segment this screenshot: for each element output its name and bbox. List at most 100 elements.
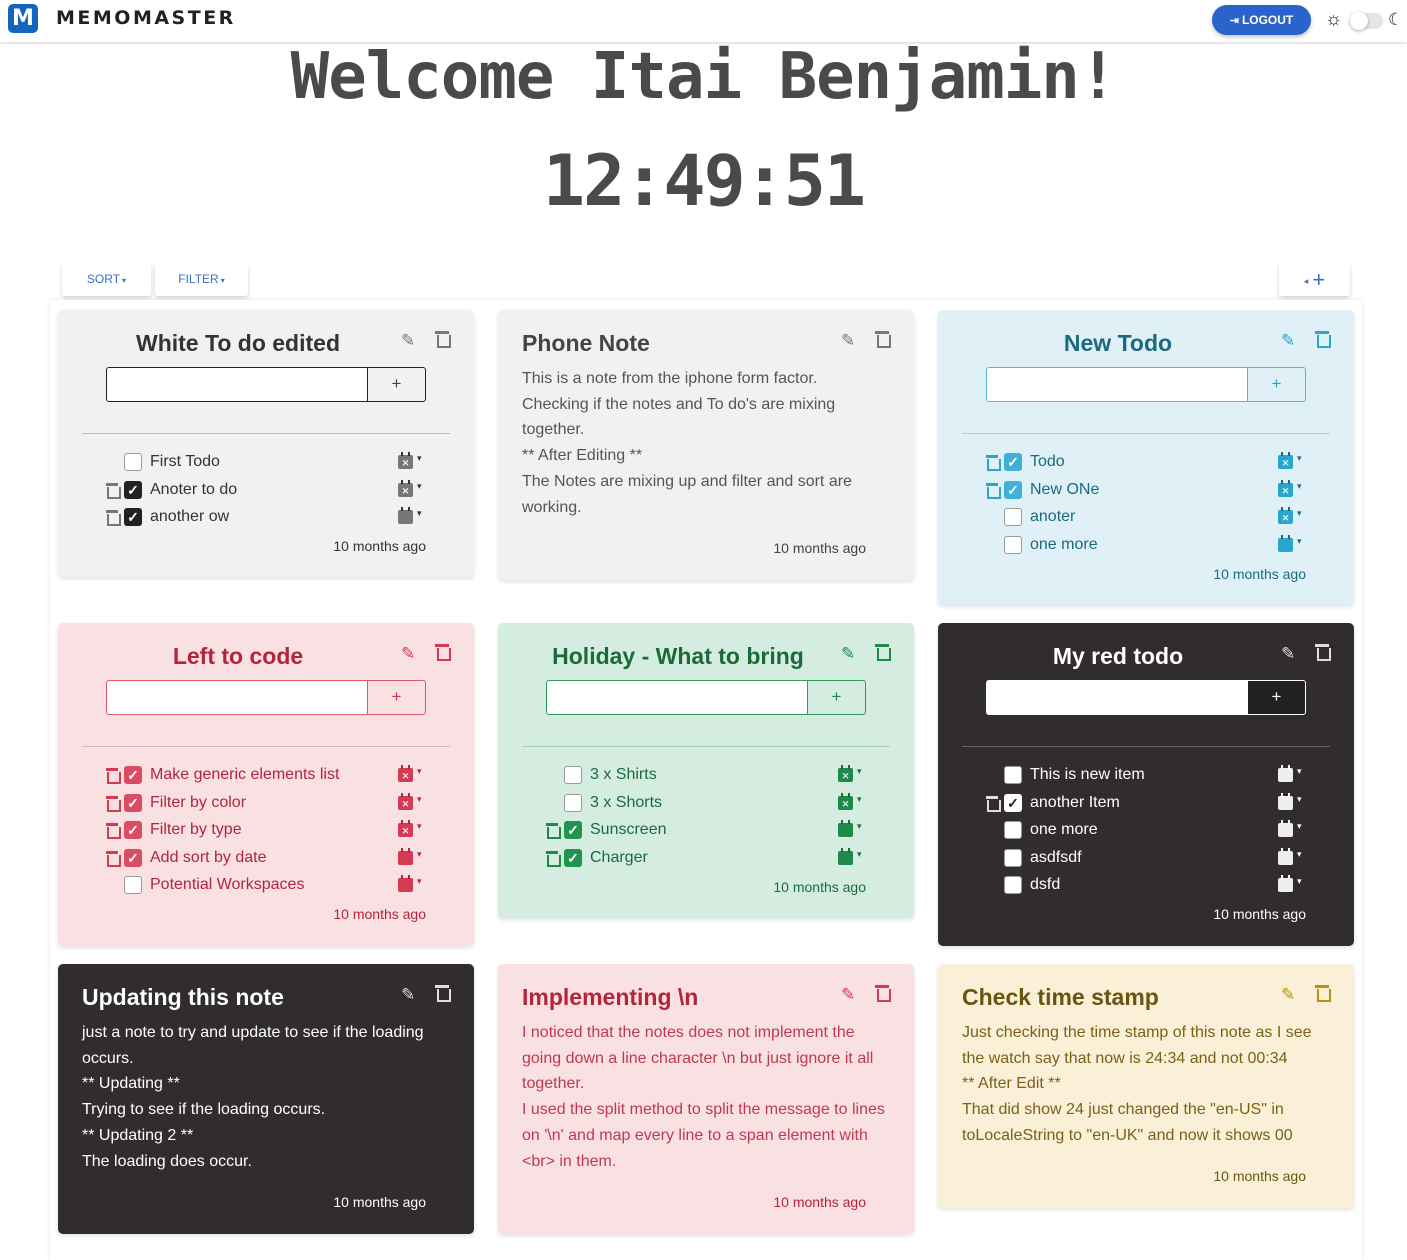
add-todo-button[interactable]: + [1247,367,1306,402]
chevron-down-icon[interactable]: ▾ [417,453,422,464]
add-todo-button[interactable]: + [367,367,426,402]
pencil-icon[interactable]: ✎ [401,331,415,351]
trash-icon[interactable] [435,984,451,1002]
chevron-down-icon[interactable]: ▾ [1297,766,1302,777]
calendar-x-icon[interactable]: ✕ [1278,507,1293,524]
calendar-icon[interactable] [398,875,413,892]
pencil-icon[interactable]: ✎ [1281,985,1295,1005]
chevron-down-icon[interactable]: ▾ [1297,508,1302,519]
calendar-x-icon[interactable]: ✕ [398,452,413,469]
pencil-icon[interactable]: ✎ [1281,644,1295,664]
new-item-input[interactable] [106,367,368,402]
trash-icon[interactable] [106,510,121,526]
theme-toggle[interactable] [1350,12,1383,30]
pencil-icon[interactable]: ✎ [1281,331,1295,351]
calendar-x-icon[interactable]: ✕ [398,793,413,810]
calendar-icon[interactable] [1278,765,1293,782]
checkbox[interactable]: ✓ [564,849,582,867]
trash-icon[interactable] [106,483,121,499]
pencil-icon[interactable]: ✎ [401,985,415,1005]
checkbox[interactable]: ✓ [124,766,142,784]
chevron-down-icon[interactable]: ▾ [417,794,422,805]
trash-icon[interactable] [986,483,1001,499]
chevron-down-icon[interactable]: ▾ [1297,536,1302,547]
chevron-down-icon[interactable]: ▾ [1297,453,1302,464]
filter-button[interactable]: FILTER ▾ [155,263,248,296]
new-item-input[interactable] [986,367,1248,402]
sort-button[interactable]: SORT ▾ [62,263,151,296]
calendar-icon[interactable] [1278,535,1293,552]
calendar-icon[interactable] [838,848,853,865]
checkbox[interactable] [1004,821,1022,839]
checkbox[interactable] [124,453,142,471]
trash-icon[interactable] [435,643,451,661]
trash-icon[interactable] [986,455,1001,471]
checkbox[interactable] [564,766,582,784]
checkbox[interactable] [1004,536,1022,554]
calendar-icon[interactable] [1278,820,1293,837]
calendar-x-icon[interactable]: ✕ [398,820,413,837]
checkbox[interactable]: ✓ [1004,481,1022,499]
chevron-down-icon[interactable]: ▾ [417,508,422,519]
trash-icon[interactable] [1315,643,1331,661]
trash-icon[interactable] [875,330,891,348]
checkbox[interactable]: ✓ [124,821,142,839]
add-todo-button[interactable]: + [807,680,866,715]
trash-icon[interactable] [106,823,121,839]
new-item-input[interactable] [986,680,1248,715]
add-todo-button[interactable]: + [367,680,426,715]
checkbox[interactable] [1004,849,1022,867]
trash-icon[interactable] [546,851,561,867]
checkbox[interactable] [1004,508,1022,526]
chevron-down-icon[interactable]: ▾ [857,849,862,860]
calendar-icon[interactable] [398,507,413,524]
calendar-icon[interactable] [1278,793,1293,810]
trash-icon[interactable] [106,796,121,812]
checkbox[interactable]: ✓ [1004,794,1022,812]
trash-icon[interactable] [106,851,121,867]
calendar-icon[interactable] [1278,848,1293,865]
calendar-x-icon[interactable]: ✕ [398,480,413,497]
checkbox[interactable] [564,794,582,812]
logout-button[interactable]: ⇥ LOGOUT [1212,5,1311,35]
checkbox[interactable]: ✓ [1004,453,1022,471]
pencil-icon[interactable]: ✎ [401,644,415,664]
logo[interactable]: M [8,4,38,33]
trash-icon[interactable] [546,823,561,839]
chevron-down-icon[interactable]: ▾ [857,821,862,832]
calendar-x-icon[interactable]: ✕ [1278,452,1293,469]
add-todo-button[interactable]: + [1247,680,1306,715]
checkbox[interactable] [1004,766,1022,784]
calendar-x-icon[interactable]: ✕ [838,793,853,810]
checkbox[interactable]: ✓ [124,794,142,812]
trash-icon[interactable] [106,768,121,784]
new-item-input[interactable] [546,680,808,715]
calendar-x-icon[interactable]: ✕ [398,765,413,782]
add-item-button[interactable]: ◂ + [1279,263,1350,296]
chevron-down-icon[interactable]: ▾ [417,849,422,860]
calendar-x-icon[interactable]: ✕ [838,765,853,782]
checkbox[interactable]: ✓ [124,849,142,867]
calendar-icon[interactable] [838,820,853,837]
trash-icon[interactable] [986,796,1001,812]
checkbox[interactable]: ✓ [124,508,142,526]
chevron-down-icon[interactable]: ▾ [1297,876,1302,887]
chevron-down-icon[interactable]: ▾ [1297,481,1302,492]
trash-icon[interactable] [1315,984,1331,1002]
new-item-input[interactable] [106,680,368,715]
chevron-down-icon[interactable]: ▾ [417,876,422,887]
chevron-down-icon[interactable]: ▾ [417,821,422,832]
trash-icon[interactable] [1315,330,1331,348]
pencil-icon[interactable]: ✎ [841,644,855,664]
chevron-down-icon[interactable]: ▾ [857,766,862,777]
trash-icon[interactable] [875,984,891,1002]
pencil-icon[interactable]: ✎ [841,331,855,351]
trash-icon[interactable] [435,330,451,348]
checkbox[interactable] [124,876,142,894]
checkbox[interactable]: ✓ [564,821,582,839]
checkbox[interactable] [1004,876,1022,894]
chevron-down-icon[interactable]: ▾ [857,794,862,805]
calendar-icon[interactable] [1278,875,1293,892]
calendar-x-icon[interactable]: ✕ [1278,480,1293,497]
checkbox[interactable]: ✓ [124,481,142,499]
